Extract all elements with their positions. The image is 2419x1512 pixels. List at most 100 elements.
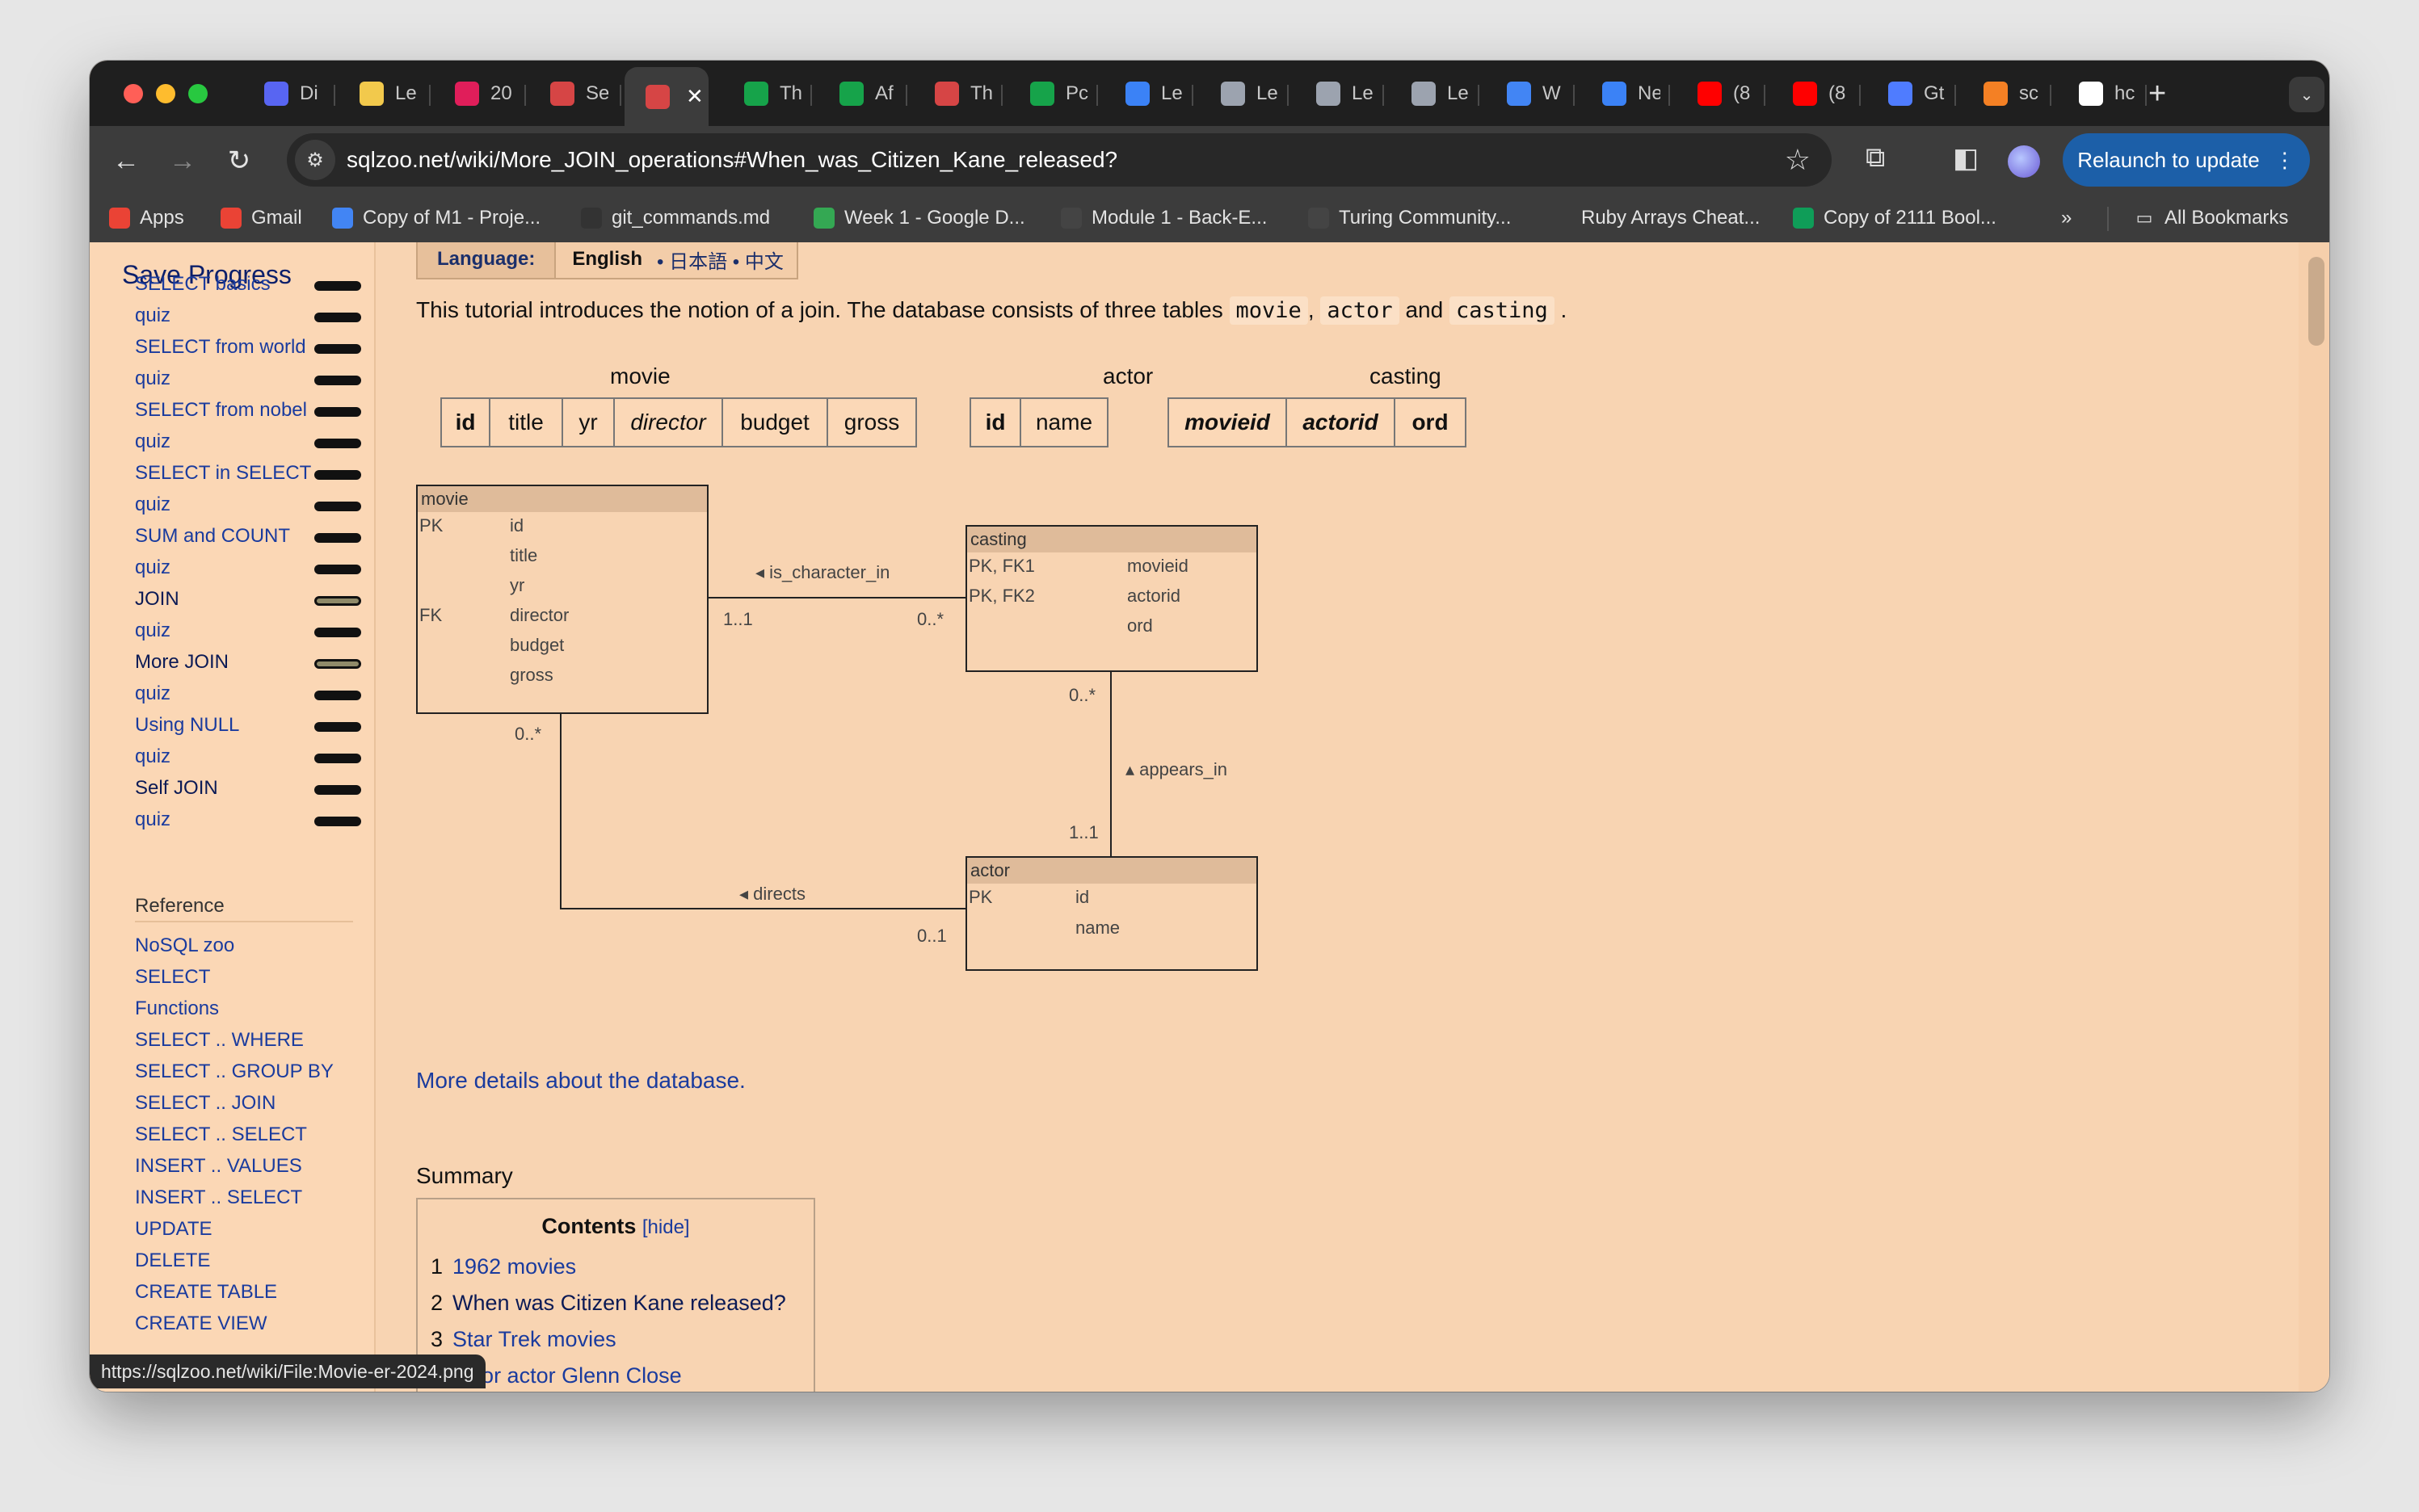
browser-tab[interactable]: sc xyxy=(1963,67,2058,120)
sidebar-link[interactable]: SELECT from nobel xyxy=(135,399,307,422)
back-button[interactable]: ← xyxy=(106,141,146,181)
profile-avatar[interactable] xyxy=(2008,145,2040,178)
browser-tab[interactable]: Le xyxy=(1390,67,1486,120)
browser-tab[interactable]: Gt xyxy=(1867,67,1963,120)
browser-tab[interactable]: 20 xyxy=(434,67,529,120)
reference-link[interactable]: INSERT .. SELECT xyxy=(135,1186,302,1209)
reference-link[interactable]: CREATE TABLE xyxy=(135,1281,277,1304)
sidebar-link[interactable]: SELECT basics xyxy=(135,273,271,296)
more-bookmarks-button[interactable]: » xyxy=(2061,207,2072,229)
forward-button[interactable]: → xyxy=(162,141,203,181)
reference-link[interactable]: NoSQL zoo xyxy=(135,934,234,957)
sidebar-link[interactable]: Self JOIN xyxy=(135,777,218,800)
bookmark-item[interactable]: git_commands.md xyxy=(581,207,770,229)
bookmark-item[interactable]: Gmail xyxy=(221,207,302,229)
browser-tab[interactable]: Th xyxy=(914,67,1009,120)
reload-button[interactable]: ↻ xyxy=(219,141,259,181)
browser-tab[interactable]: Le xyxy=(1295,67,1390,120)
language-alternatives[interactable]: • 日本語 • 中文 xyxy=(657,246,797,274)
erd-card-movie-director: 0..* xyxy=(515,724,542,744)
toc-item[interactable]: 1 1962 movies xyxy=(431,1254,576,1279)
browser-tab[interactable]: Pc xyxy=(1009,67,1104,120)
sidebar-link[interactable]: quiz xyxy=(135,746,170,768)
sidebar-link[interactable]: quiz xyxy=(135,430,170,453)
sidebar-link[interactable]: quiz xyxy=(135,556,170,579)
toc-item[interactable]: 3 Star Trek movies xyxy=(431,1327,616,1352)
sidebar-link[interactable]: quiz xyxy=(135,682,170,705)
turing-icon xyxy=(1061,208,1082,229)
browser-tab[interactable]: Ne xyxy=(1581,67,1676,120)
all-bookmarks-button[interactable]: ▭ All Bookmarks xyxy=(2134,207,2289,229)
bookmark-star-icon[interactable]: ☆ xyxy=(1785,143,1811,177)
browser-tab[interactable]: Le xyxy=(1104,67,1200,120)
extensions-icon[interactable]: ⧉ xyxy=(1866,142,1885,174)
minimize-window-button[interactable] xyxy=(156,84,175,103)
sidebar-link[interactable]: More JOIN xyxy=(135,651,229,674)
intro-paragraph: This tutorial introduces the notion of a… xyxy=(416,296,1567,325)
reference-link[interactable]: SELECT .. GROUP BY xyxy=(135,1060,334,1083)
reference-link[interactable]: SELECT xyxy=(135,966,210,989)
progress-bar xyxy=(314,313,361,322)
toc-item[interactable]: 2 When was Citizen Kane released? xyxy=(431,1291,786,1316)
reference-link[interactable]: SELECT .. SELECT xyxy=(135,1124,307,1146)
bookmark-item[interactable]: Module 1 - Back-E... xyxy=(1061,207,1267,229)
sidebar-link[interactable]: JOIN xyxy=(135,588,179,611)
more-details-link[interactable]: More details about the database. xyxy=(416,1068,746,1094)
bookmark-item[interactable]: Week 1 - Google D... xyxy=(814,207,1025,229)
browser-toolbar: ← → ↻ ⚙ sqlzoo.net/wiki/More_JOIN_operat… xyxy=(90,126,2329,195)
erd-movie-field: gross xyxy=(510,665,553,685)
zoom-window-button[interactable] xyxy=(188,84,208,103)
actor-col-id: id xyxy=(971,399,1021,446)
bookmark-item[interactable]: Turing Community... xyxy=(1308,207,1511,229)
sidebar-link[interactable]: quiz xyxy=(135,368,170,390)
browser-tab[interactable]: ✕ xyxy=(625,67,709,126)
bookmark-item[interactable]: Apps xyxy=(109,207,184,229)
tab-title: Pc xyxy=(1066,82,1088,104)
relaunch-button[interactable]: Relaunch to update ⋮ xyxy=(2063,133,2310,187)
browser-tab[interactable]: Di xyxy=(243,67,339,120)
browser-tab[interactable]: (8 xyxy=(1676,67,1772,120)
browser-tab[interactable]: Af xyxy=(818,67,914,120)
reference-link[interactable]: SELECT .. WHERE xyxy=(135,1029,304,1052)
reference-link[interactable]: INSERT .. VALUES xyxy=(135,1155,302,1178)
progress-bar xyxy=(314,628,361,637)
sidebar-link[interactable]: quiz xyxy=(135,494,170,516)
sidebar-link[interactable]: SUM and COUNT xyxy=(135,525,290,548)
sidebar-link[interactable]: SELECT in SELECT xyxy=(135,462,311,485)
browser-tab[interactable]: Le xyxy=(1200,67,1295,120)
scrollbar-thumb[interactable] xyxy=(2308,257,2324,346)
contents-hide-link[interactable]: [hide] xyxy=(642,1216,690,1238)
sidebar-link[interactable]: SELECT from world xyxy=(135,336,306,359)
reference-divider xyxy=(135,921,353,922)
blank-page-icon xyxy=(1550,208,1571,229)
side-panel-icon[interactable]: ◧ xyxy=(1953,142,1979,174)
browser-tab[interactable]: Th xyxy=(723,67,818,120)
more-menu-icon[interactable]: ⋮ xyxy=(2274,148,2295,173)
site-settings-icon[interactable]: ⚙ xyxy=(295,140,335,180)
browser-tab[interactable]: Le xyxy=(339,67,434,120)
bookmark-item[interactable]: Copy of 2111 Bool... xyxy=(1793,207,1996,229)
sidebar-link[interactable]: quiz xyxy=(135,620,170,642)
sidebar-link[interactable]: quiz xyxy=(135,304,170,327)
close-tab-icon[interactable]: ✕ xyxy=(686,84,704,109)
new-tab-button[interactable]: + xyxy=(2148,74,2166,114)
bookmark-item[interactable]: Ruby Arrays Cheat... xyxy=(1550,207,1760,229)
browser-tab[interactable]: W xyxy=(1486,67,1581,120)
browser-tab[interactable]: Se xyxy=(529,67,625,120)
tab-search-button[interactable]: ⌄ xyxy=(2289,77,2324,112)
bookmark-item[interactable]: Copy of M1 - Proje... xyxy=(332,207,541,229)
sidebar-link[interactable]: quiz xyxy=(135,808,170,831)
reference-link[interactable]: UPDATE xyxy=(135,1218,212,1241)
browser-tab[interactable]: (8 xyxy=(1772,67,1867,120)
reference-heading: Reference xyxy=(135,895,225,917)
sidebar-link[interactable]: Using NULL xyxy=(135,714,239,737)
reference-link[interactable]: CREATE VIEW xyxy=(135,1312,267,1335)
address-bar[interactable]: ⚙ sqlzoo.net/wiki/More_JOIN_operations#W… xyxy=(287,133,1832,187)
browser-tab[interactable]: hc xyxy=(2058,67,2153,120)
close-window-button[interactable] xyxy=(124,84,143,103)
reference-link[interactable]: SELECT .. JOIN xyxy=(135,1092,276,1115)
language-english[interactable]: English xyxy=(556,248,657,271)
reference-link[interactable]: Functions xyxy=(135,998,219,1020)
reference-link[interactable]: DELETE xyxy=(135,1250,210,1272)
page-scrollbar[interactable] xyxy=(2299,242,2329,1392)
